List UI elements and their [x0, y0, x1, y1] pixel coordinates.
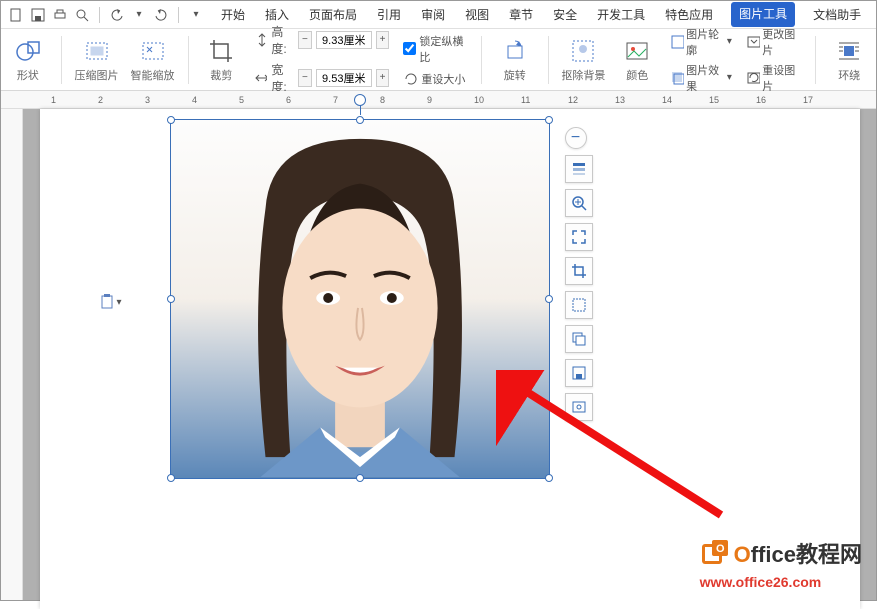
new-icon[interactable]	[7, 6, 25, 24]
width-label: 宽度:	[271, 61, 294, 95]
tab-picture-tools[interactable]: 图片工具	[731, 2, 795, 27]
tab-view[interactable]: 视图	[463, 2, 491, 27]
handle-bm[interactable]	[356, 474, 364, 482]
smartzoom-button[interactable]: 智能缩放	[132, 37, 174, 83]
annotation-arrow	[496, 370, 736, 530]
save-icon[interactable]	[29, 6, 47, 24]
watermark-url: www.office26.com	[700, 574, 862, 590]
watermark: OOffice教程网 www.office26.com	[700, 537, 862, 590]
handle-ml[interactable]	[167, 295, 175, 303]
tab-devtools[interactable]: 开发工具	[595, 2, 647, 27]
wrap-icon	[835, 37, 863, 65]
fit-icon[interactable]	[565, 223, 593, 251]
width-minus[interactable]: −	[298, 69, 312, 87]
lock-ratio-checkbox[interactable]: 锁定纵横比	[403, 33, 467, 65]
tab-special[interactable]: 特色应用	[663, 2, 715, 27]
qat-customize-icon[interactable]: ▾	[187, 6, 205, 24]
select-area-icon[interactable]	[565, 291, 593, 319]
title-bar: ▾ ▾ 开始 插入 页面布局 引用 审阅 视图 章节 安全 开发工具 特色应用 …	[1, 1, 876, 29]
document-canvas: ▾	[23, 109, 876, 600]
height-minus[interactable]: −	[298, 31, 312, 49]
layout-options-icon[interactable]	[565, 155, 593, 183]
width-plus[interactable]: +	[376, 69, 390, 87]
tab-doc-helper[interactable]: 文档助手	[811, 2, 863, 27]
print-preview-icon[interactable]	[73, 6, 91, 24]
print-icon[interactable]	[51, 6, 69, 24]
handle-tr[interactable]	[545, 116, 553, 124]
undo-icon[interactable]	[108, 6, 126, 24]
rotate-icon	[501, 37, 529, 65]
effect-button[interactable]: 图片效果▾	[670, 62, 732, 94]
crop-float-icon[interactable]	[565, 257, 593, 285]
shape-icon	[14, 37, 42, 65]
copy-float-icon[interactable]	[565, 325, 593, 353]
reset-pic-button[interactable]: 重设图片	[746, 62, 802, 94]
svg-text:O: O	[716, 543, 725, 555]
color-button[interactable]: 颜色	[618, 37, 656, 83]
horizontal-ruler: 1234567891011121314151617	[1, 91, 876, 109]
height-input[interactable]	[316, 31, 372, 49]
height-plus[interactable]: +	[376, 31, 390, 49]
height-row: 高度: − +	[254, 23, 389, 57]
office-logo-icon: O	[700, 538, 730, 574]
handle-bl[interactable]	[167, 474, 175, 482]
vertical-ruler	[1, 109, 23, 600]
tab-chapter[interactable]: 章节	[507, 2, 535, 27]
remove-bg-button[interactable]: 抠除背景	[562, 37, 604, 83]
collapse-icon[interactable]: −	[565, 127, 587, 149]
ribbon: 形状 压缩图片 智能缩放 裁剪 高度: − + 宽度: − + 锁定纵横比 重	[1, 29, 876, 91]
paste-options-icon[interactable]: ▾	[100, 294, 122, 310]
tab-review[interactable]: 审阅	[419, 2, 447, 27]
height-icon	[254, 32, 267, 48]
wrap-button[interactable]: 环绕	[830, 37, 868, 83]
crop-icon	[207, 37, 235, 65]
reset-size-button[interactable]: 重设大小	[403, 71, 467, 87]
compress-button[interactable]: 压缩图片	[76, 37, 118, 83]
tab-security[interactable]: 安全	[551, 2, 579, 27]
rotate-handle[interactable]	[354, 94, 366, 106]
change-pic-button[interactable]: 更改图片	[746, 26, 802, 58]
portrait-photo	[171, 120, 549, 478]
width-row: 宽度: − +	[254, 61, 389, 95]
zoom-icon[interactable]	[565, 189, 593, 217]
redo-icon[interactable]	[152, 6, 170, 24]
selected-image[interactable]	[170, 119, 550, 479]
tab-home[interactable]: 开始	[219, 2, 247, 27]
width-input[interactable]	[316, 69, 372, 87]
smartzoom-icon	[139, 37, 167, 65]
remove-bg-icon	[569, 37, 597, 65]
page[interactable]: ▾	[40, 109, 860, 609]
height-label: 高度:	[271, 23, 294, 57]
handle-mr[interactable]	[545, 295, 553, 303]
handle-tl[interactable]	[167, 116, 175, 124]
width-icon	[254, 70, 267, 86]
shape-button[interactable]: 形状	[9, 37, 47, 83]
color-icon	[623, 37, 651, 65]
handle-tm[interactable]	[356, 116, 364, 124]
crop-button[interactable]: 裁剪	[202, 37, 240, 83]
compress-icon	[83, 37, 111, 65]
outline-button[interactable]: 图片轮廓▾	[670, 26, 732, 58]
undo-dropdown-icon[interactable]: ▾	[130, 6, 148, 24]
rotate-button[interactable]: 旋转	[496, 37, 534, 83]
